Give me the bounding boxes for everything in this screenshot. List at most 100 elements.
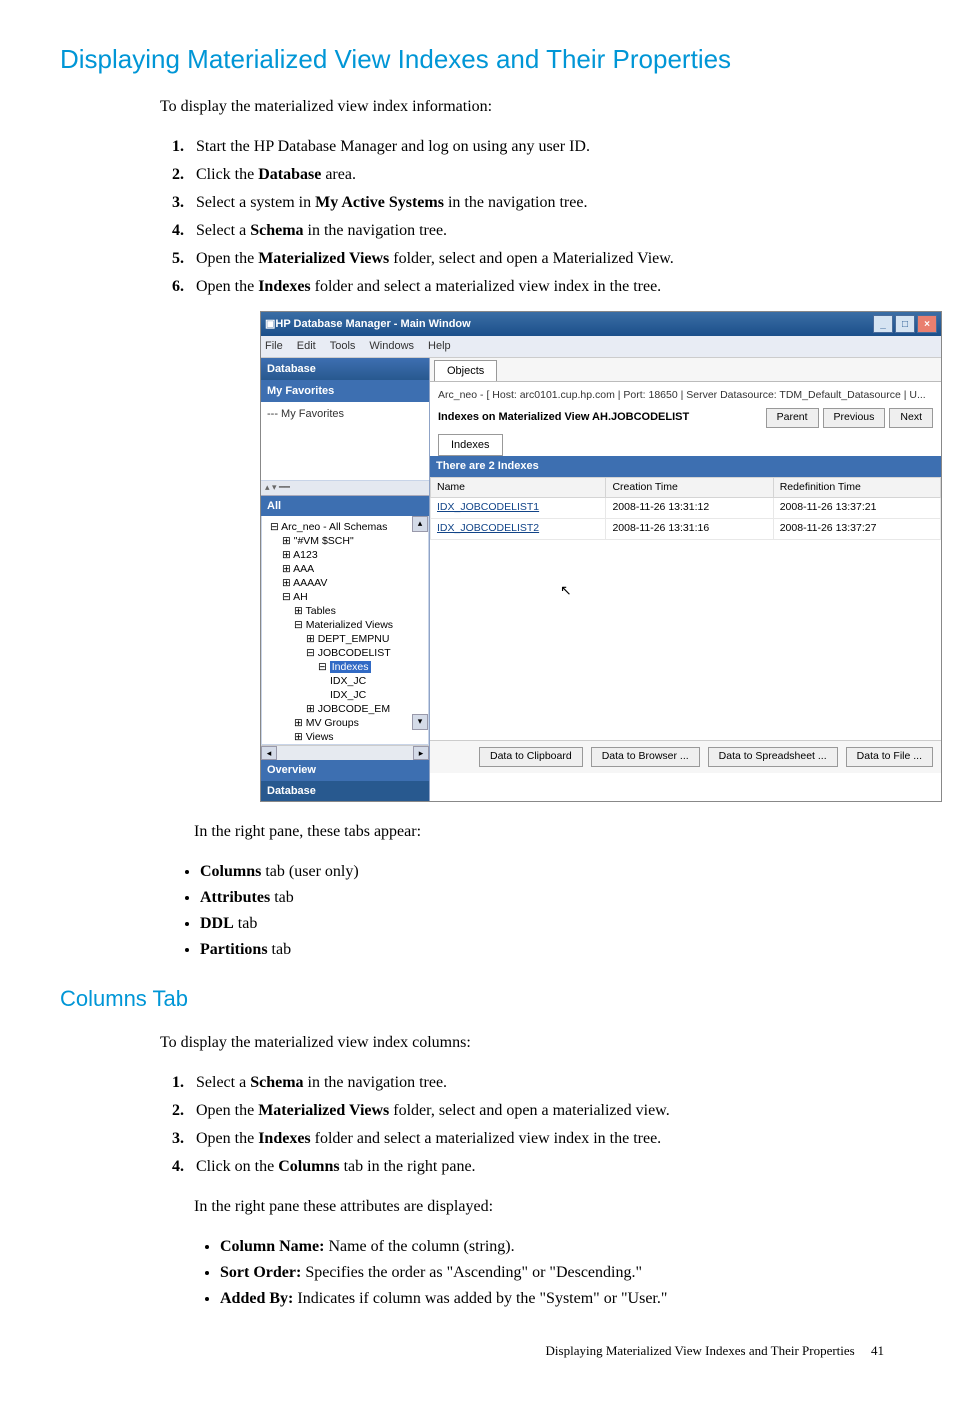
left-pane: Database My Favorites --- My Favorites ▴… [261,358,430,802]
index-grid: NameCreation TimeRedefinition Time IDX_J… [430,477,941,540]
overview-header[interactable]: Overview [261,760,429,781]
all-header[interactable]: All [261,496,429,517]
app-icon: ▣ [265,316,275,333]
tree-node[interactable]: ⊞ "#VM $SCH" [264,534,426,548]
count-bar: There are 2 Indexes [430,456,941,477]
bullet-item: Attributes tab [200,886,894,910]
step-item: Open the Materialized Views folder, sele… [188,1099,894,1123]
steps-list-1: Start the HP Database Manager and log on… [160,135,894,299]
tab-indexes[interactable]: Indexes [438,434,503,457]
export-button[interactable]: Data to Spreadsheet ... [708,747,838,767]
scroll-up-icon[interactable]: ▴ [412,516,428,532]
scroll-down-icon[interactable]: ▾ [412,714,428,730]
tree-node[interactable]: IDX_JC [264,674,426,688]
tree-node[interactable]: ⊟ Indexes [264,660,426,674]
bullet-item: Columns tab (user only) [200,860,894,884]
tree-node[interactable]: ⊞ DEPT_EMPNU [264,632,426,646]
redefinition-time-cell: 2008-11-26 13:37:27 [773,519,940,540]
tree-node[interactable]: ⊟ Arc_neo - All Schemas [264,520,426,534]
creation-time-cell: 2008-11-26 13:31:12 [606,498,773,519]
table-row[interactable]: IDX_JOBCODELIST12008-11-26 13:31:122008-… [431,498,941,519]
intro-text-2: To display the materialized view index c… [160,1031,894,1055]
nav-tree[interactable]: ▴ ▾ ⊟ Arc_neo - All Schemas⊞ "#VM $SCH"⊞… [261,516,429,745]
database-header[interactable]: Database [261,358,429,382]
step-item: Start the HP Database Manager and log on… [188,135,894,159]
titlebar: ▣ HP Database Manager - Main Window _ □ … [261,312,941,336]
intro-text: To display the materialized view index i… [160,95,894,119]
menu-help[interactable]: Help [428,340,451,352]
creation-time-cell: 2008-11-26 13:31:16 [606,519,773,540]
footer-text: Displaying Materialized View Indexes and… [546,1343,855,1358]
after-image-text: In the right pane, these tabs appear: [194,820,894,844]
page-footer: Displaying Materialized View Indexes and… [60,1341,894,1361]
tree-node[interactable]: ⊟ JOBCODELIST [264,646,426,660]
redefinition-time-cell: 2008-11-26 13:37:21 [773,498,940,519]
menu-edit[interactable]: Edit [297,340,316,352]
tree-node[interactable]: ⊞ A123 [264,548,426,562]
menu-windows[interactable]: Windows [369,340,414,352]
page-number: 41 [871,1343,884,1358]
tree-node[interactable]: ⊟ Materialized Views [264,618,426,632]
favorites-header[interactable]: My Favorites [261,381,429,402]
step-item: Select a Schema in the navigation tree. [188,219,894,243]
inner-tabstrip: Indexes [430,432,941,457]
minimize-button[interactable]: _ [873,315,893,333]
columns-tab-heading: Columns Tab [60,982,894,1015]
grid-empty-area: ↖ [430,540,941,740]
tree-node[interactable]: ⊞ AAAAV [264,576,426,590]
cursor-icon: ↖ [560,580,572,601]
tree-hscroll[interactable]: ◂ ▸ [261,745,429,760]
mini-tabs[interactable]: ▴ ▾ ━━ [261,481,429,496]
next-button[interactable]: Next [889,408,933,428]
previous-button[interactable]: Previous [823,408,886,428]
page-heading: Displaying Materialized View Indexes and… [60,40,894,79]
step-item: Select a system in My Active Systems in … [188,191,894,215]
favorites-body: --- My Favorites [261,402,429,481]
tree-node[interactable]: ⊞ AAA [264,562,426,576]
column-header[interactable]: Name [431,477,606,498]
pane-subtitle: Indexes on Materialized View AH.JOBCODEL… [438,409,762,426]
tree-node[interactable]: ⊞ JOBCODE_EM [264,702,426,716]
tree-node[interactable]: ⊞ Views [264,730,426,744]
maximize-button[interactable]: □ [895,315,915,333]
breadcrumb: Arc_neo - [ Host: arc0101.cup.hp.com | P… [430,382,941,406]
step-item: Open the Indexes folder and select a mat… [188,275,894,299]
window-title: HP Database Manager - Main Window [275,316,470,333]
tree-node[interactable]: ⊞ Tables [264,604,426,618]
index-name-cell[interactable]: IDX_JOBCODELIST2 [431,519,606,540]
menubar[interactable]: File Edit Tools Windows Help [261,336,941,358]
bullet-item: DDL tab [200,912,894,936]
step-item: Select a Schema in the navigation tree. [188,1071,894,1095]
attributes-list: Column Name: Name of the column (string)… [200,1235,894,1311]
scroll-right-icon[interactable]: ▸ [413,746,429,760]
bullet-item: Sort Order: Specifies the order as "Asce… [220,1261,894,1285]
menu-file[interactable]: File [265,340,283,352]
close-button[interactable]: × [917,315,937,333]
column-header[interactable]: Redefinition Time [773,477,940,498]
export-button[interactable]: Data to File ... [846,747,933,767]
export-buttons: Data to Clipboard Data to Browser ... Data… [430,740,941,773]
index-name-cell[interactable]: IDX_JOBCODELIST1 [431,498,606,519]
table-row[interactable]: IDX_JOBCODELIST22008-11-26 13:31:162008-… [431,519,941,540]
tree-node[interactable]: IDX_JC [264,688,426,702]
database-footer-header[interactable]: Database [261,781,429,802]
tree-node[interactable]: ⊟ AH [264,590,426,604]
bullet-item: Partitions tab [200,938,894,962]
step-item: Open the Indexes folder and select a mat… [188,1127,894,1151]
sub-intro: In the right pane these attributes are d… [194,1195,894,1219]
scroll-left-icon[interactable]: ◂ [261,746,277,760]
export-button[interactable]: Data to Browser ... [591,747,700,767]
step-item: Click the Database area. [188,163,894,187]
tree-node[interactable]: ⊞ MV Groups [264,716,426,730]
top-tabstrip: Objects [430,358,941,383]
column-header[interactable]: Creation Time [606,477,773,498]
app-window: ▣ HP Database Manager - Main Window _ □ … [260,311,942,802]
menu-tools[interactable]: Tools [330,340,356,352]
step-item: Open the Materialized Views folder, sele… [188,247,894,271]
bullet-item: Column Name: Name of the column (string)… [220,1235,894,1259]
steps-list-2: Select a Schema in the navigation tree. O… [160,1071,894,1179]
right-pane: Objects Arc_neo - [ Host: arc0101.cup.hp… [430,358,941,802]
tab-objects[interactable]: Objects [434,360,497,382]
parent-button[interactable]: Parent [766,408,819,428]
export-button[interactable]: Data to Clipboard [479,747,583,767]
